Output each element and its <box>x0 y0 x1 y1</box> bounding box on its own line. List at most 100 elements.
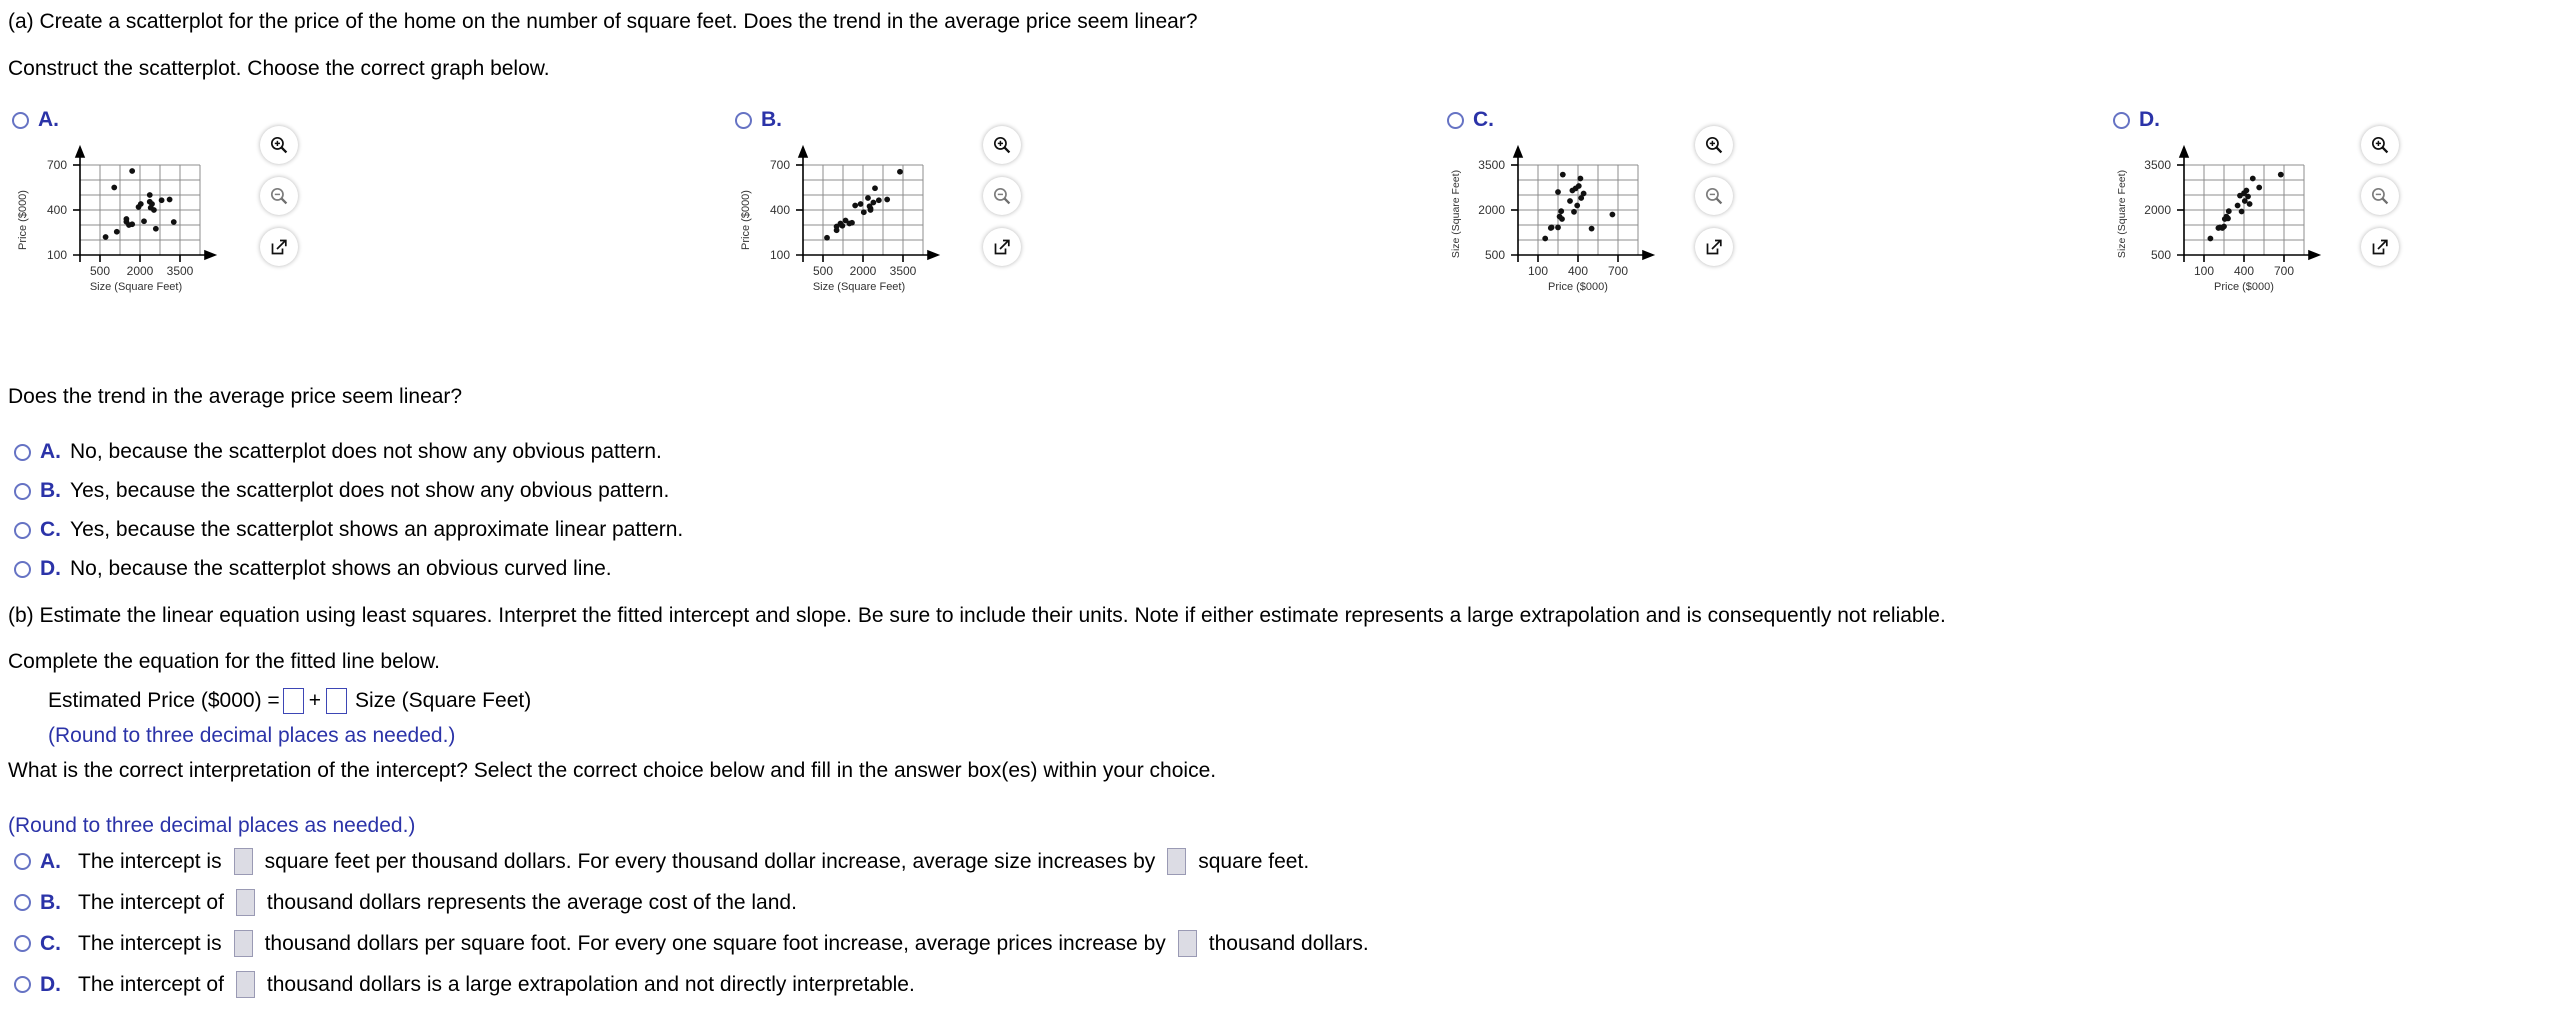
graph-option-d-letter: D. <box>2139 108 2160 131</box>
svg-text:400: 400 <box>770 203 790 217</box>
graph-b-toolbar <box>983 126 1027 279</box>
graph-b-wrap: Price ($000) 700 400 100 500 2000 3500 S… <box>735 126 1021 322</box>
data-point <box>860 209 867 216</box>
intercept-answer-c-box1[interactable] <box>233 930 253 957</box>
svg-text:3500: 3500 <box>1478 158 1505 172</box>
data-point <box>2256 184 2263 191</box>
intercept-answer-d-box1[interactable] <box>235 971 255 998</box>
intercept-answer-b-mid: thousand dollars represents the average … <box>266 890 797 914</box>
intercept-answer-c-radio[interactable] <box>14 935 31 952</box>
data-point <box>1609 211 1616 218</box>
zoom-out-icon <box>1705 187 1723 205</box>
equation-rhs-label: Size (Square Feet) <box>354 689 532 712</box>
data-point <box>102 234 109 240</box>
trend-answer-b-radio[interactable] <box>14 482 31 500</box>
intercept-answer-c-mid: thousand dollars per square foot. For ev… <box>264 931 1166 955</box>
svg-text:Price ($000): Price ($000) <box>1548 281 1608 293</box>
svg-text:Size (Square Feet): Size (Square Feet) <box>1450 170 1462 258</box>
svg-text:Size (Square Feet): Size (Square Feet) <box>813 281 905 293</box>
svg-text:500: 500 <box>90 264 110 278</box>
expand-graph-button-b[interactable] <box>983 228 1021 266</box>
complete-equation-instruction: Complete the equation for the fitted lin… <box>8 650 440 673</box>
scatterplot-a: Price ($000) 700 400 100 500 2000 3500 S… <box>17 144 218 293</box>
zoom-out-button-b[interactable] <box>983 177 1021 215</box>
data-point <box>141 218 147 225</box>
data-point <box>884 196 891 203</box>
data-point <box>2221 223 2227 230</box>
trend-answer-c[interactable]: C. Yes, because the scatterplot shows an… <box>14 518 683 542</box>
graph-option-d-header: D. <box>2113 108 2343 131</box>
intercept-answer-d-radio[interactable] <box>14 976 31 993</box>
svg-text:2000: 2000 <box>2144 203 2171 217</box>
slope-input[interactable] <box>325 688 347 714</box>
graph-option-c[interactable]: C. Size (Square Feet) 3500 2000 500 100 … <box>1447 108 1733 322</box>
graph-option-c-header: C. <box>1447 108 1677 131</box>
intercept-answer-a-box2[interactable] <box>1167 848 1187 875</box>
trend-answer-c-radio[interactable] <box>14 521 31 539</box>
trend-answer-d[interactable]: D. No, because the scatterplot shows an … <box>14 557 683 581</box>
zoom-in-button-d[interactable] <box>2361 126 2399 164</box>
intercept-answer-b-letter: B. <box>40 890 61 914</box>
data-point <box>123 216 130 222</box>
zoom-in-button-b[interactable] <box>983 126 1021 164</box>
expand-graph-button-c[interactable] <box>1695 228 1733 266</box>
scatterplot-c: Size (Square Feet) 3500 2000 500 100 400… <box>1450 144 1656 293</box>
intercept-answer-a[interactable]: A. The intercept is square feet per thou… <box>14 848 1369 875</box>
data-point <box>857 201 864 207</box>
data-point <box>2207 235 2214 242</box>
intercept-answer-c-box2[interactable] <box>1177 930 1197 957</box>
trend-answer-d-radio[interactable] <box>14 560 31 578</box>
trend-answer-d-letter: D. <box>40 557 61 580</box>
data-points-c <box>1542 171 1616 242</box>
graph-option-b-radio[interactable] <box>735 111 752 129</box>
data-point <box>849 219 855 226</box>
graph-a-wrap: Price ($000) 700 400 100 500 2000 3500 S… <box>12 126 298 322</box>
intercept-answer-b-radio[interactable] <box>14 894 31 911</box>
data-point <box>839 222 846 229</box>
graph-option-a-radio[interactable] <box>12 111 29 129</box>
data-point <box>166 196 173 203</box>
graph-option-d[interactable]: D. Size (Square Feet) 3500 2000 500 100 … <box>2113 108 2399 322</box>
graph-option-b-letter: B. <box>761 108 782 131</box>
intercept-answer-c[interactable]: C. The intercept is thousand dollars per… <box>14 930 1369 957</box>
intercept-answer-d[interactable]: D. The intercept of thousand dollars is … <box>14 971 1369 998</box>
svg-text:2000: 2000 <box>1478 203 1505 217</box>
intercept-answer-a-mid: square feet per thousand dollars. For ev… <box>264 849 1156 873</box>
expand-graph-button-a[interactable] <box>260 228 298 266</box>
intercept-answer-a-radio[interactable] <box>14 853 31 870</box>
data-point <box>2246 201 2253 207</box>
zoom-out-button-a[interactable] <box>260 177 298 215</box>
graph-option-d-radio[interactable] <box>2113 111 2130 129</box>
data-point <box>870 199 877 206</box>
trend-answer-b-letter: B. <box>40 479 61 502</box>
graph-c-wrap: Size (Square Feet) 3500 2000 500 100 400… <box>1447 126 1733 322</box>
zoom-in-button-c[interactable] <box>1695 126 1733 164</box>
data-point <box>2245 193 2251 200</box>
trend-answer-b[interactable]: B. Yes, because the scatterplot does not… <box>14 479 683 503</box>
intercept-answer-b[interactable]: B. The intercept of thousand dollars rep… <box>14 889 1369 916</box>
open-in-new-icon <box>2372 239 2388 255</box>
svg-text:Price ($000): Price ($000) <box>2214 281 2274 293</box>
trend-answer-a[interactable]: A. No, because the scatterplot does not … <box>14 440 683 464</box>
graph-option-a[interactable]: A. Price ($000) 700 400 100 500 2000 350… <box>12 108 298 322</box>
intercept-input[interactable] <box>282 688 304 714</box>
zoom-in-button-a[interactable] <box>260 126 298 164</box>
data-point <box>875 197 882 204</box>
intercept-answer-b-box1[interactable] <box>235 889 255 916</box>
intercept-answer-a-pre: The intercept is <box>78 849 222 873</box>
svg-text:700: 700 <box>47 158 67 172</box>
graph-option-c-radio[interactable] <box>1447 111 1464 129</box>
graph-option-b[interactable]: B. Price ($000) 700 400 100 500 2000 350… <box>735 108 1021 322</box>
data-point <box>1571 208 1577 215</box>
zoom-out-button-d[interactable] <box>2361 177 2399 215</box>
intercept-answer-a-box1[interactable] <box>233 848 253 875</box>
svg-text:Size (Square Feet): Size (Square Feet) <box>2116 170 2128 258</box>
data-point <box>1588 225 1595 232</box>
trend-answer-a-radio[interactable] <box>14 443 31 461</box>
data-point <box>1559 171 1566 178</box>
data-point <box>865 195 871 201</box>
data-point <box>129 168 136 174</box>
expand-graph-button-d[interactable] <box>2361 228 2399 266</box>
open-in-new-icon <box>271 239 287 255</box>
zoom-out-button-c[interactable] <box>1695 177 1733 215</box>
